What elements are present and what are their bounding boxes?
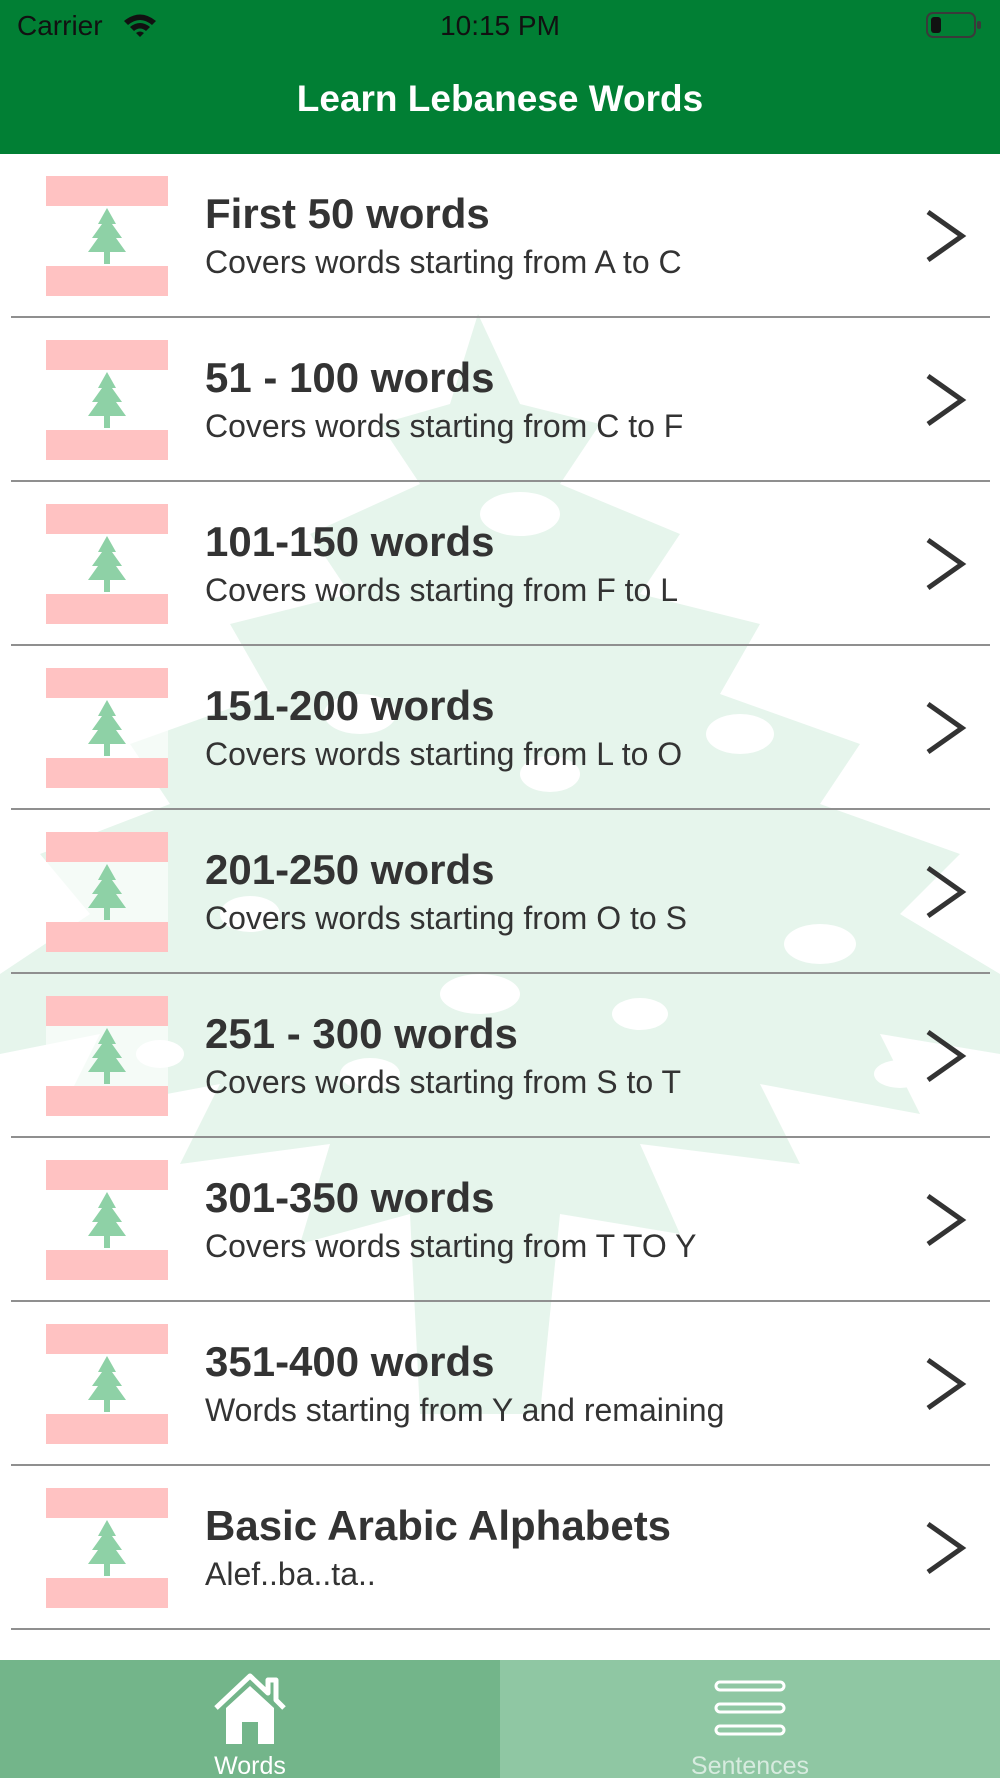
list-item[interactable]: 51 - 100 words Covers words starting fro… [0,318,1000,482]
lebanon-flag-icon [46,504,168,624]
lebanon-flag-icon [46,996,168,1116]
tab-label: Words [214,1752,286,1780]
content-area[interactable]: First 50 words Covers words starting fro… [0,154,1000,1660]
list-item[interactable]: Basic Arabic Alphabets Alef..ba..ta.. [0,1466,1000,1630]
list-item-title: First 50 words [205,190,490,237]
list-item-subtitle: Covers words starting from S to T [205,1064,681,1100]
list-item-subtitle: Covers words starting from F to L [205,572,679,608]
list-item[interactable]: 351-400 words Words starting from Y and … [0,1302,1000,1466]
list-item-subtitle: Covers words starting from A to C [205,244,682,280]
list-item-subtitle: Covers words starting from C to F [205,408,684,444]
chevron-right-icon [926,1357,967,1411]
list-item[interactable]: 301-350 words Covers words starting from… [0,1138,1000,1302]
battery-icon [926,12,981,38]
list-item-title: Basic Arabic Alphabets [205,1502,672,1549]
chevron-right-icon [926,701,967,755]
list-item-subtitle: Alef..ba..ta.. [205,1556,376,1592]
lesson-list: First 50 words Covers words starting fro… [0,154,1000,1630]
lebanon-flag-icon [46,176,168,296]
menu-lines-icon [714,1680,786,1736]
list-item-title: 301-350 words [205,1174,495,1221]
list-item[interactable]: 201-250 words Covers words starting from… [0,810,1000,974]
lebanon-flag-icon [46,340,168,460]
status-bar: Carrier 10:15 PM [0,0,1000,50]
chevron-right-icon [926,1029,967,1083]
list-item[interactable]: 151-200 words Covers words starting from… [0,646,1000,810]
list-item-title: 151-200 words [205,682,495,729]
lebanon-flag-icon [46,1488,168,1608]
tab-label: Sentences [690,1752,810,1780]
chevron-right-icon [926,1521,967,1575]
page-title: Learn Lebanese Words [296,78,704,119]
lebanon-flag-icon [46,1324,168,1444]
list-item-subtitle: Covers words starting from T TO Y [205,1228,697,1264]
list-item-title: 201-250 words [205,846,495,893]
tab-sentences[interactable]: Sentences [500,1660,1000,1780]
list-item[interactable]: 251 - 300 words Covers words starting fr… [0,974,1000,1138]
chevron-right-icon [926,1193,967,1247]
list-item-title: 51 - 100 words [205,354,495,401]
lebanon-flag-icon [46,668,168,788]
chevron-right-icon [926,537,967,591]
list-item-title: 351-400 words [205,1338,495,1385]
list-item-title: 101-150 words [205,518,495,565]
chevron-right-icon [926,865,967,919]
list-item[interactable]: 101-150 words Covers words starting from… [0,482,1000,646]
list-item-subtitle: Covers words starting from L to O [205,736,683,772]
list-item[interactable]: First 50 words Covers words starting fro… [0,154,1000,318]
navigation-bar: Learn Lebanese Words [0,50,1000,154]
list-item-subtitle: Words starting from Y and remaining [205,1392,725,1428]
chevron-right-icon [926,373,967,427]
list-item-subtitle: Covers words starting from O to S [205,900,687,936]
chevron-right-icon [926,209,967,263]
lebanon-flag-icon [46,1160,168,1280]
status-time: 10:15 PM [440,10,560,41]
list-item-title: 251 - 300 words [205,1010,518,1057]
home-icon [214,1673,286,1744]
lebanon-flag-icon [46,832,168,952]
tab-words[interactable]: Words [0,1660,500,1780]
tab-bar: Words Sentences [0,1660,1000,1780]
